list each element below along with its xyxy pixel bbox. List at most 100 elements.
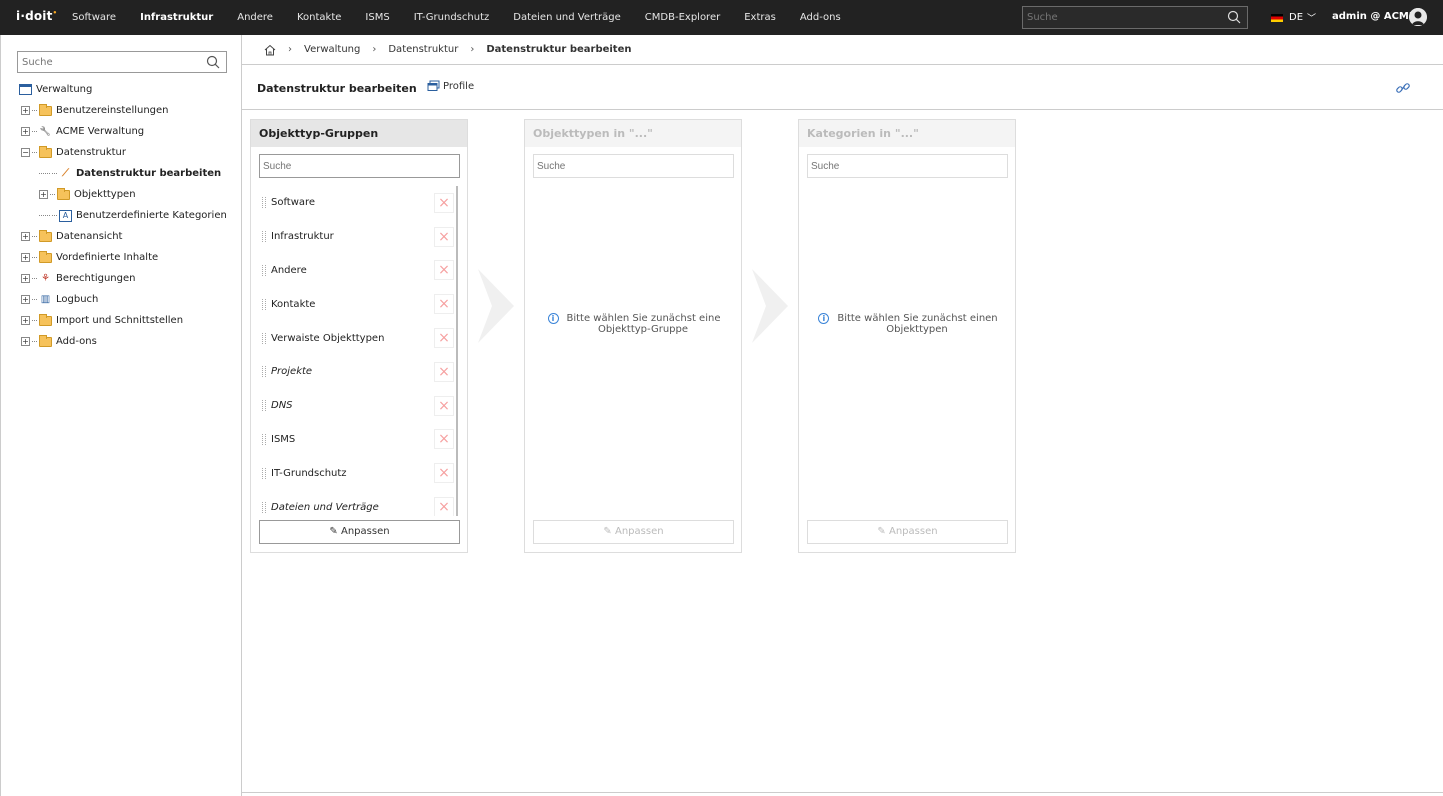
list-item-label: DNS [271, 400, 293, 412]
search-icon[interactable] [206, 55, 220, 69]
tree-item-label: Berechtigungen [56, 273, 136, 284]
drag-handle-icon[interactable] [262, 298, 266, 310]
breadcrumb-item[interactable]: Verwaltung [304, 44, 360, 55]
tree-item-label: Vordefinierte Inhalte [56, 252, 159, 263]
search-icon[interactable] [1227, 10, 1241, 24]
delete-icon[interactable]: × [434, 226, 454, 247]
adjust-button[interactable]: ✎ Anpassen [259, 520, 460, 544]
expand-icon[interactable]: + [21, 106, 30, 115]
expand-icon[interactable]: + [21, 127, 30, 136]
collapse-icon[interactable]: − [21, 148, 30, 157]
expand-icon[interactable]: + [21, 253, 30, 262]
chevron-right-icon [752, 269, 788, 343]
categories-search-input[interactable] [807, 154, 1008, 178]
breadcrumb-separator: › [288, 44, 292, 55]
expand-icon[interactable]: + [39, 190, 48, 199]
app-logo[interactable]: i·doit• [16, 9, 57, 23]
delete-icon[interactable]: × [434, 395, 454, 416]
nav-item-andere[interactable]: Andere [225, 12, 285, 23]
delete-icon[interactable]: × [434, 497, 454, 516]
tree-item-benutzereinstellungen[interactable]: + Benutzereinstellungen [19, 100, 227, 121]
tree-item-import-und-schnittstellen[interactable]: + Import und Schnittstellen [19, 310, 227, 331]
language-selector[interactable]: DE ﹀ [1271, 11, 1316, 24]
adjust-button[interactable]: ✎ Anpassen [533, 520, 734, 544]
tree-item-datenansicht[interactable]: + Datenansicht [19, 226, 227, 247]
folder-icon [57, 187, 70, 200]
top-search-input[interactable] [1023, 7, 1223, 28]
sidebar: Verwaltung + Benutzereinstellungen + 🔧 ACME V… [0, 35, 242, 796]
tree-item-objekttypen[interactable]: + Objekttypen [19, 184, 227, 205]
drag-handle-icon[interactable] [262, 197, 266, 209]
groups-search-input[interactable] [259, 154, 460, 178]
delete-icon[interactable]: × [434, 328, 454, 349]
link-icon[interactable] [1395, 80, 1411, 96]
tree-item-verwaltung[interactable]: Verwaltung [19, 79, 227, 100]
sidebar-search-box[interactable] [17, 51, 227, 73]
list-item[interactable]: Software × [259, 186, 456, 220]
breadcrumb-item[interactable]: Datenstruktur [388, 44, 458, 55]
tree-item-datenstruktur-bearbeiten[interactable]: ⟋ Datenstruktur bearbeiten [19, 163, 227, 184]
drag-handle-icon[interactable] [262, 467, 266, 479]
list-item[interactable]: Andere × [259, 254, 456, 288]
adjust-label: Anpassen [341, 526, 390, 537]
expand-icon[interactable]: + [21, 295, 30, 304]
nav-item-isms[interactable]: ISMS [353, 12, 401, 23]
nav-item-add-ons[interactable]: Add-ons [788, 12, 853, 23]
list-item[interactable]: Verwaiste Objekttypen × [259, 321, 456, 355]
nav-item-it-grundschutz[interactable]: IT-Grundschutz [402, 12, 502, 23]
tree-item-add-ons[interactable]: + Add-ons [19, 331, 227, 352]
delete-icon[interactable]: × [434, 429, 454, 450]
top-search-box[interactable] [1022, 6, 1248, 29]
nav-item-kontakte[interactable]: Kontakte [285, 12, 353, 23]
nav-item-software[interactable]: Software [60, 12, 128, 23]
list-item[interactable]: Dateien und Verträge × [259, 490, 456, 516]
avatar[interactable] [1409, 8, 1427, 26]
tree-item-datenstruktur[interactable]: − Datenstruktur [19, 142, 227, 163]
home-icon[interactable] [264, 44, 276, 56]
drag-handle-icon[interactable] [262, 501, 266, 513]
user-menu[interactable]: admin @ ACME [1332, 11, 1416, 22]
profile-button[interactable]: Profile [427, 80, 474, 92]
list-item[interactable]: Kontakte × [259, 287, 456, 321]
pencil-icon: ✎ [329, 526, 338, 537]
drag-handle-icon[interactable] [262, 264, 266, 276]
list-item[interactable]: DNS × [259, 389, 456, 423]
drag-handle-icon[interactable] [262, 433, 266, 445]
drag-handle-icon[interactable] [262, 332, 266, 344]
delete-icon[interactable]: × [434, 294, 454, 315]
main-content: › Verwaltung › Datenstruktur › Datenstru… [242, 35, 1443, 796]
list-item[interactable]: ISMS × [259, 423, 456, 457]
adjust-button[interactable]: ✎ Anpassen [807, 520, 1008, 544]
permissions-icon: ⚘ [41, 272, 50, 284]
tree-item-label: Benutzereinstellungen [56, 105, 169, 116]
tree-item-berechtigungen[interactable]: + ⚘ Berechtigungen [19, 268, 227, 289]
chevron-down-icon: ﹀ [1307, 14, 1317, 24]
types-search-input[interactable] [533, 154, 734, 178]
list-item[interactable]: Projekte × [259, 355, 456, 389]
nav-item-dateien-und-vertr-ge[interactable]: Dateien und Verträge [501, 12, 633, 23]
drag-handle-icon[interactable] [262, 231, 266, 243]
expand-icon[interactable]: + [21, 337, 30, 346]
expand-icon[interactable]: + [21, 232, 30, 241]
sidebar-search-input[interactable] [18, 52, 198, 72]
tree-item-vordefinierte-inhalte[interactable]: + Vordefinierte Inhalte [19, 247, 227, 268]
tree-item-acme-verwaltung[interactable]: + 🔧 ACME Verwaltung [19, 121, 227, 142]
nav-item-cmdb-explorer[interactable]: CMDB-Explorer [633, 12, 732, 23]
expand-icon[interactable]: + [21, 316, 30, 325]
delete-icon[interactable]: × [434, 192, 454, 213]
list-item[interactable]: Infrastruktur × [259, 220, 456, 254]
expand-icon[interactable]: + [21, 274, 30, 283]
list-item[interactable]: IT-Grundschutz × [259, 456, 456, 490]
drag-handle-icon[interactable] [262, 400, 266, 412]
delete-icon[interactable]: × [434, 361, 454, 382]
window-icon [19, 84, 32, 95]
nav-item-extras[interactable]: Extras [732, 12, 788, 23]
groups-list[interactable]: Software × Infrastruktur × Andere × Kontakte × V… [259, 186, 458, 516]
drag-handle-icon[interactable] [262, 366, 266, 378]
delete-icon[interactable]: × [434, 260, 454, 281]
tree-item-logbuch[interactable]: + ▥ Logbuch [19, 289, 227, 310]
delete-icon[interactable]: × [434, 463, 454, 484]
tree-connector [52, 215, 57, 216]
nav-item-infrastruktur[interactable]: Infrastruktur [128, 12, 225, 23]
tree-item-benutzerdefinierte-kategorien[interactable]: A Benutzerdefinierte Kategorien [19, 205, 227, 226]
